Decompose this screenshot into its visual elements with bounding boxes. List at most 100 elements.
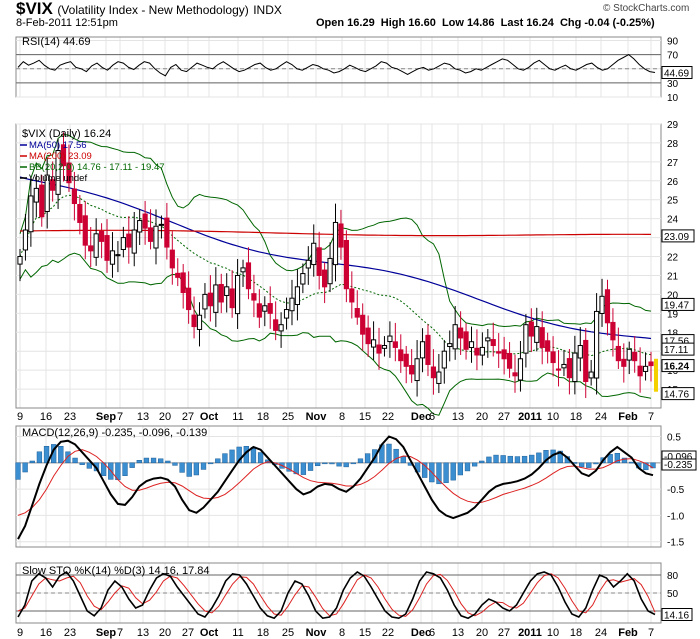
candle-body	[523, 324, 529, 354]
candle-body	[398, 349, 404, 362]
x-axis-label: Sep	[96, 627, 116, 639]
macd-histogram-bar	[307, 462, 314, 471]
candle-body	[425, 334, 431, 365]
candle-body	[33, 187, 39, 203]
candle-body	[381, 345, 388, 349]
macd-histogram-bar	[193, 462, 200, 476]
today-range-bar	[654, 358, 658, 392]
macd-histogram-bar	[200, 462, 207, 470]
candle-body	[338, 223, 344, 248]
candle-body	[370, 339, 377, 348]
candle-body	[626, 348, 632, 361]
macd-histogram-bar	[364, 453, 371, 464]
macd-histogram-bar	[350, 462, 356, 465]
candle-body	[164, 217, 170, 248]
candle-body	[82, 215, 88, 246]
candle-body	[441, 350, 447, 369]
x-axis-label: Sep	[96, 411, 116, 423]
candle-body	[180, 272, 186, 294]
x-axis-label: 22	[382, 627, 394, 639]
y-tick-label: 29	[667, 120, 679, 131]
candle-body	[566, 358, 573, 379]
candle-body	[262, 305, 268, 312]
macd-histogram-bar	[529, 454, 535, 464]
macd-histogram-bar	[172, 462, 178, 466]
x-axis-label: 24	[595, 411, 607, 423]
price-label: 17.11	[664, 345, 689, 356]
candle-body	[409, 365, 415, 375]
macd-histogram-bar	[521, 455, 528, 464]
candle-body	[550, 351, 556, 364]
macd-histogram-bar	[179, 462, 185, 473]
candle-body	[251, 293, 257, 301]
candle-body	[349, 288, 355, 303]
sto-value-label: 14.16	[664, 611, 689, 622]
x-axis-label: 20	[159, 627, 171, 639]
x-axis-label: 24	[595, 627, 607, 639]
x-axis-label: 27	[498, 627, 510, 639]
candle-body	[468, 341, 475, 349]
candle-body	[599, 295, 605, 314]
y-tick-label: 22	[667, 253, 679, 264]
macd-histogram-bar	[36, 451, 43, 464]
macd-histogram-bar	[586, 462, 592, 468]
candle-body	[588, 371, 594, 379]
macd-histogram-bar	[579, 462, 585, 468]
x-axis-label: 11	[232, 411, 243, 423]
candle-body	[376, 344, 382, 354]
candle-body	[28, 195, 34, 233]
candle-body	[561, 363, 567, 369]
macd-histogram-bar	[186, 462, 192, 477]
x-axis-label: 8	[339, 411, 345, 423]
candle-body	[528, 321, 534, 337]
candle-body	[218, 283, 224, 303]
candle-body	[137, 220, 143, 233]
macd-histogram-bar	[222, 453, 228, 464]
macd-histogram-bar	[136, 459, 142, 464]
x-axis-label: 20	[476, 411, 488, 423]
x-axis-label: 27	[182, 411, 194, 423]
panel-frame-rsi	[15, 36, 662, 98]
legend-entry: MA(50) 17.56	[29, 140, 87, 151]
macd-histogram-bar	[329, 462, 335, 465]
x-axis-label: 23	[64, 411, 76, 423]
x-axis-label: 10	[547, 627, 559, 639]
candle-body	[452, 324, 458, 350]
y-tick-label: 24	[667, 215, 679, 226]
candle-body	[294, 286, 301, 306]
x-axis-label: 25	[282, 411, 294, 423]
x-axis-label: 18	[257, 627, 269, 639]
macd-histogram-bar	[315, 462, 321, 467]
candle-body	[534, 326, 540, 343]
macd-histogram-bar	[300, 462, 307, 475]
legend-entry: BB(20,2.0) 14.76 - 17.11 - 19.47	[29, 162, 165, 173]
x-axis-label: 18	[570, 627, 582, 639]
y-tick-label: -1.5	[667, 538, 685, 549]
candle-body	[289, 297, 295, 312]
macd-histogram-bar	[479, 460, 485, 464]
x-axis-label: 20	[159, 411, 171, 423]
candle-body	[311, 242, 317, 266]
candle-body	[316, 247, 322, 276]
macd-histogram-bar	[593, 462, 599, 465]
x-axis-label: 8	[339, 627, 345, 639]
candle-body	[109, 250, 116, 265]
candle-body	[153, 225, 159, 249]
candle-body	[539, 327, 545, 348]
candle-body	[224, 286, 230, 296]
candle-body	[496, 351, 502, 354]
price-label: 14.76	[664, 390, 689, 401]
candle-body	[126, 233, 132, 248]
x-axis-label: 15	[359, 627, 371, 639]
candle-body	[485, 337, 491, 342]
candle-body	[305, 259, 311, 269]
sto-d-line	[17, 573, 656, 617]
candle-body	[577, 345, 583, 359]
macd-histogram-bar	[79, 462, 85, 465]
y-tick-label: 28	[667, 139, 679, 150]
macd-histogram-bar	[158, 458, 164, 464]
candle-body	[273, 319, 279, 331]
candle-body	[142, 213, 148, 229]
candle-body	[186, 287, 192, 311]
y-tick-label: 80	[667, 571, 679, 582]
